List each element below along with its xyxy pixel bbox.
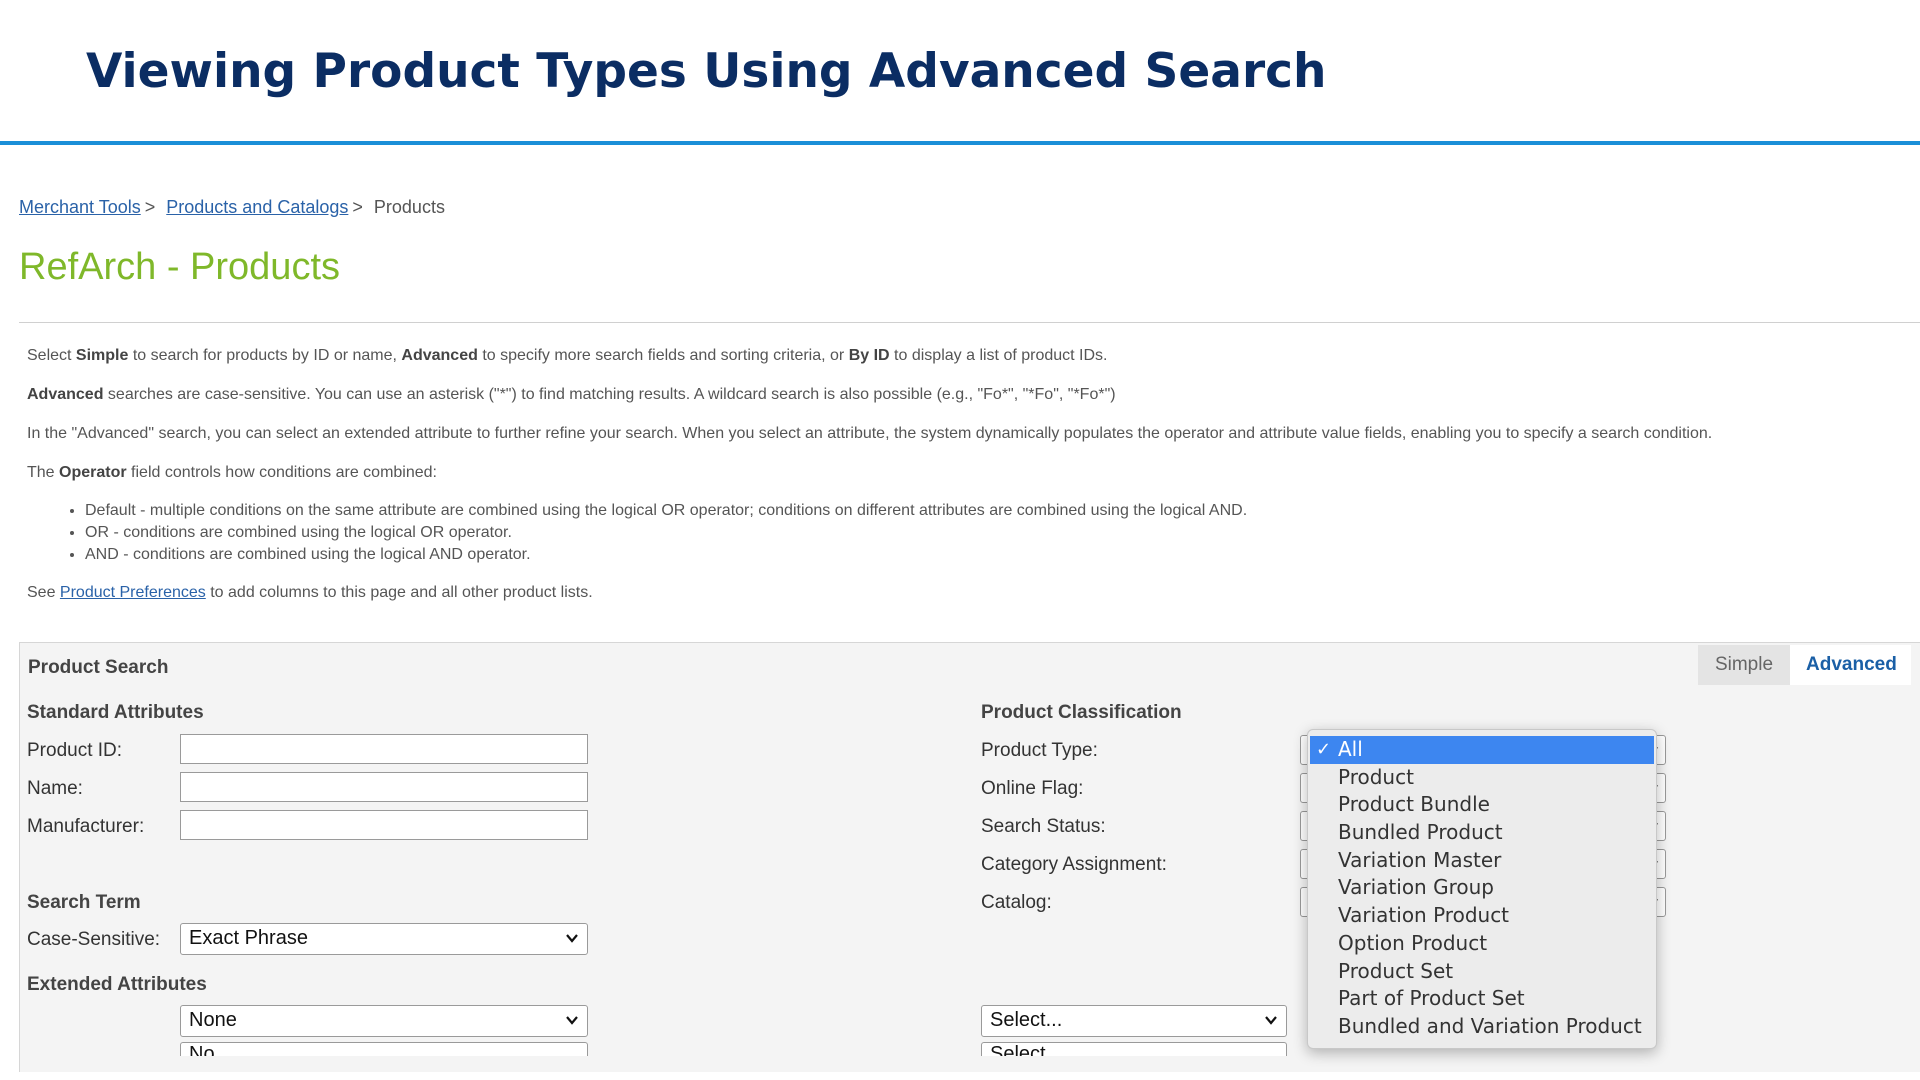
dropdown-option-product-set[interactable]: Product Set [1308, 958, 1656, 986]
help-emphasis: Simple [75, 347, 129, 364]
help-text: to add columns to this page and all othe… [205, 584, 593, 601]
breadcrumb-separator: > [144, 197, 156, 217]
option-label: All [1338, 737, 1363, 761]
title-divider [0, 141, 1920, 145]
product-type-dropdown: ✓ All Product Product Bundle Bundled Prod… [1307, 729, 1657, 1049]
list-item: OR - conditions are combined using the l… [85, 522, 1907, 544]
product-type-label: Product Type: [981, 740, 1098, 761]
product-classification-heading: Product Classification [981, 702, 1182, 723]
case-sensitive-select[interactable]: Exact Phrase [180, 923, 588, 955]
extended-attributes-heading: Extended Attributes [27, 974, 207, 995]
operator-select[interactable]: Select... [981, 1005, 1287, 1037]
product-preferences-link[interactable]: Product Preferences [60, 584, 206, 601]
standard-attributes-heading: Standard Attributes [27, 702, 204, 723]
help-text-case-sensitive: Advanced searches are case-sensitive. Yo… [27, 386, 1907, 404]
tab-simple[interactable]: Simple [1698, 645, 1790, 685]
dropdown-option-product[interactable]: Product [1308, 764, 1656, 792]
dropdown-option-part-of-product-set[interactable]: Part of Product Set [1308, 985, 1656, 1013]
operator-value-2: Select... [990, 1043, 1063, 1056]
case-sensitive-label: Case-Sensitive: [27, 929, 161, 950]
help-text: Select [27, 347, 76, 364]
help-text: to display a list of product IDs. [889, 347, 1108, 364]
search-term-heading: Search Term [27, 892, 141, 913]
list-item: Default - multiple conditions on the sam… [85, 500, 1907, 522]
extended-attribute-value: None [189, 1009, 237, 1031]
category-assignment-label: Category Assignment: [981, 854, 1167, 875]
dropdown-option-all[interactable]: ✓ All [1310, 736, 1654, 764]
operator-select-2[interactable]: Select... [981, 1042, 1287, 1056]
tab-advanced[interactable]: Advanced [1790, 645, 1911, 685]
breadcrumb-merchant-tools[interactable]: Merchant Tools [19, 197, 141, 217]
chevron-down-icon [566, 1016, 578, 1025]
dropdown-option-bundled-and-variation-product[interactable]: Bundled and Variation Product [1308, 1013, 1656, 1041]
breadcrumb-products: Products [373, 197, 445, 217]
product-id-input[interactable] [180, 734, 588, 764]
dropdown-option-variation-group[interactable]: Variation Group [1308, 874, 1656, 902]
name-input[interactable] [180, 772, 588, 802]
extended-attribute-select-2[interactable]: No [180, 1042, 588, 1056]
checkmark-icon: ✓ [1316, 739, 1332, 760]
help-text-operator: The Operator field controls how conditio… [27, 464, 1907, 482]
dropdown-option-variation-product[interactable]: Variation Product [1308, 902, 1656, 930]
name-label: Name: [27, 778, 83, 799]
help-emphasis: Operator [59, 464, 127, 481]
page-divider [19, 322, 1920, 323]
help-emphasis: Advanced [27, 386, 104, 403]
dropdown-option-option-product[interactable]: Option Product [1308, 930, 1656, 958]
dropdown-option-bundled-product[interactable]: Bundled Product [1308, 819, 1656, 847]
help-text: See [27, 584, 60, 601]
help-text: to search for products by ID or name, [128, 347, 402, 364]
operator-bullet-list: Default - multiple conditions on the sam… [27, 500, 1907, 566]
manufacturer-label: Manufacturer: [27, 816, 145, 837]
extended-attribute-value-2: No [189, 1043, 215, 1056]
help-text-simple-advanced: Select Simple to search for products by … [27, 347, 1907, 365]
breadcrumb-separator: > [352, 197, 363, 217]
help-text: field controls how conditions are combin… [126, 464, 437, 481]
help-emphasis: By ID [848, 347, 890, 364]
search-status-label: Search Status: [981, 816, 1106, 837]
help-text: to specify more search fields and sortin… [477, 347, 849, 364]
help-text: searches are case-sensitive. You can use… [103, 386, 1116, 403]
operator-value: Select... [990, 1009, 1063, 1031]
search-mode-tabs: Simple Advanced [1698, 645, 1911, 685]
catalog-label: Catalog: [981, 892, 1052, 913]
chevron-down-icon [1265, 1016, 1277, 1025]
help-text-preferences: See Product Preferences to add columns t… [27, 584, 1907, 602]
page-title: RefArch - Products [19, 246, 340, 288]
product-id-label: Product ID: [27, 740, 123, 761]
breadcrumb: Merchant Tools > Products and Catalogs > P… [19, 197, 445, 218]
dropdown-option-product-bundle[interactable]: Product Bundle [1308, 791, 1656, 819]
product-search-title: Product Search [28, 657, 169, 678]
slide-title: Viewing Product Types Using Advanced Sea… [86, 44, 1327, 99]
dropdown-option-variation-master[interactable]: Variation Master [1308, 847, 1656, 875]
help-text-extended-attribute: In the "Advanced" search, you can select… [27, 425, 1713, 442]
manufacturer-input[interactable] [180, 810, 588, 840]
extended-attribute-select[interactable]: None [180, 1005, 588, 1037]
list-item: AND - conditions are combined using the … [85, 544, 1907, 566]
breadcrumb-products-and-catalogs[interactable]: Products and Catalogs [166, 197, 348, 217]
online-flag-label: Online Flag: [981, 778, 1084, 799]
chevron-down-icon [566, 934, 578, 943]
help-emphasis: Advanced [401, 347, 478, 364]
help-text: The [27, 464, 60, 481]
case-sensitive-value: Exact Phrase [189, 927, 308, 949]
